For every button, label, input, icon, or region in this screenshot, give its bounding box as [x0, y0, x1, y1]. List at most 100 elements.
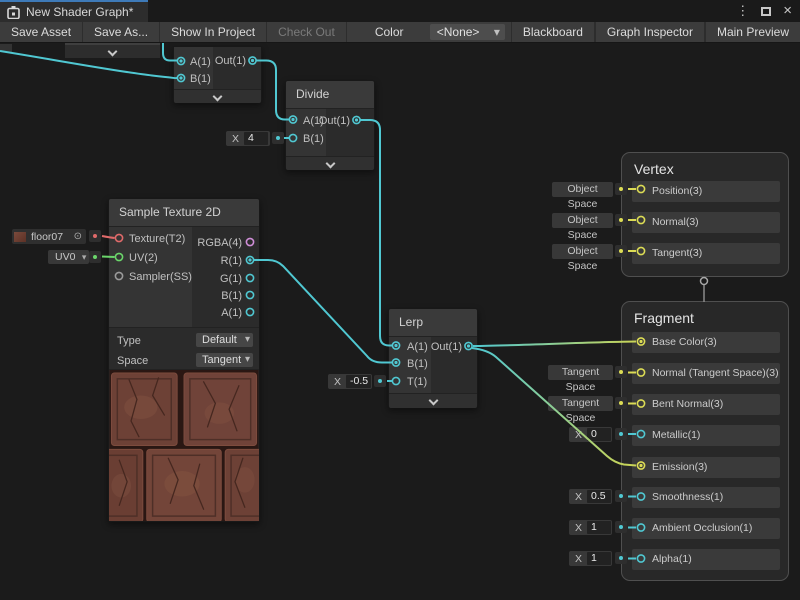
graph-inspector-toggle-button[interactable]: Graph Inspector: [595, 22, 705, 42]
collapsed-node-bar[interactable]: [65, 43, 160, 58]
color-mode-dropdown[interactable]: <None>: [430, 24, 505, 40]
control-label: Type: [117, 335, 141, 347]
fragment-row-bent-normal[interactable]: Bent Normal(3): [632, 394, 780, 415]
port-label: Out(1): [215, 55, 246, 67]
vertex-row-tangent[interactable]: Tangent(3): [632, 243, 780, 264]
lerp-t-value-chip: X -0.5: [328, 374, 372, 389]
fragment-row-normal[interactable]: Normal (Tangent Space)(3): [632, 363, 780, 384]
node-math1[interactable]: A(1) B(1) Out(1): [173, 46, 262, 103]
value-field[interactable]: 0: [587, 428, 611, 441]
chip-port-cell: [615, 428, 627, 440]
float-dot-icon: [619, 525, 623, 529]
edge-lerp-to-base-color[interactable]: [473, 342, 636, 347]
tab-title: New Shader Graph*: [26, 5, 133, 19]
x-label: X: [569, 522, 587, 534]
vector-dot-icon: [619, 370, 623, 374]
node-collapse-button[interactable]: [286, 156, 374, 170]
float-dot-icon: [619, 432, 623, 436]
maximize-icon[interactable]: [761, 7, 771, 16]
port-label: G(1): [220, 273, 242, 285]
chip-port-cell: [615, 552, 627, 564]
show-in-project-button[interactable]: Show In Project: [160, 22, 267, 42]
value-field[interactable]: 4: [244, 132, 268, 145]
value-field[interactable]: -0.5: [346, 375, 371, 388]
node-collapse-button[interactable]: [389, 393, 477, 408]
fragment-row-base-color[interactable]: Base Color(3): [632, 332, 780, 353]
space-tag[interactable]: Tangent Space: [548, 365, 613, 380]
node-sample-texture-2d[interactable]: Sample Texture 2D Texture(T2) UV(2) Samp…: [108, 198, 260, 522]
block-label: Normal (Tangent Space)(3): [652, 367, 779, 379]
space-tag[interactable]: Object Space: [552, 182, 613, 197]
texture-preview: [109, 369, 259, 521]
node-title[interactable]: Divide: [286, 81, 374, 109]
control-label: Space: [117, 355, 148, 367]
ambient-occlusion-value-chip: X 1: [569, 520, 612, 535]
x-label: X: [226, 133, 244, 145]
uv-dot-icon: [93, 255, 97, 259]
chip-port-cell: [615, 183, 627, 195]
port-label: Out(1): [431, 341, 462, 353]
value-field[interactable]: 1: [587, 521, 611, 534]
node-lerp[interactable]: Lerp A(1) B(1) T(1) Out(1): [388, 308, 478, 408]
uv-channel-dropdown[interactable]: UV0: [48, 250, 89, 264]
texture-object-field[interactable]: floor07 ⊙: [12, 229, 86, 244]
vertex-context[interactable]: Vertex Position(3) Normal(3) Tangent(3): [621, 152, 789, 277]
vector-dot-icon: [619, 401, 623, 405]
fragment-row-emission[interactable]: Emission(3): [632, 457, 780, 478]
chip-port-cell: [89, 251, 101, 263]
context-title: Vertex: [622, 153, 788, 177]
port-label: B(1): [303, 133, 324, 145]
block-label: Position(3): [652, 185, 702, 197]
x-label: X: [569, 491, 587, 503]
type-dropdown[interactable]: Default: [196, 333, 253, 347]
chip-port-cell: [615, 214, 627, 226]
node-title[interactable]: Lerp: [389, 309, 477, 337]
window-controls: ⋮ ×: [736, 0, 792, 22]
chip-port-cell: [615, 521, 627, 533]
tab-bar: New Shader Graph* ⋮ ×: [0, 0, 800, 22]
space-tag[interactable]: Object Space: [552, 213, 613, 228]
block-label: Smoothness(1): [652, 491, 723, 503]
menu-dots-icon[interactable]: ⋮: [736, 0, 749, 22]
node-title[interactable]: Sample Texture 2D: [109, 199, 259, 227]
fragment-row-smoothness[interactable]: Smoothness(1): [632, 487, 780, 508]
vertex-row-normal[interactable]: Normal(3): [632, 212, 780, 233]
fragment-context[interactable]: Fragment Base Color(3) Normal (Tangent S…: [621, 301, 789, 581]
save-as-button[interactable]: Save As...: [83, 22, 160, 42]
vertex-row-position[interactable]: Position(3): [632, 181, 780, 202]
fragment-row-alpha[interactable]: Alpha(1): [632, 549, 780, 570]
space-tag[interactable]: Object Space: [552, 244, 613, 259]
object-picker-icon[interactable]: ⊙: [70, 231, 86, 242]
float-dot-icon: [276, 136, 280, 140]
chevron-down-icon[interactable]: [108, 47, 118, 57]
toolbar: Save Asset Save As... Show In Project Ch…: [0, 22, 800, 43]
block-label: Bent Normal(3): [652, 398, 723, 410]
block-label: Normal(3): [652, 216, 699, 228]
texture-name: floor07: [31, 231, 63, 243]
space-dropdown[interactable]: Tangent: [196, 353, 253, 367]
chip-port-cell: [615, 397, 627, 409]
float-dot-icon: [619, 556, 623, 560]
main-preview-toggle-button[interactable]: Main Preview: [705, 22, 800, 42]
value-field[interactable]: 1: [587, 552, 611, 565]
save-asset-button[interactable]: Save Asset: [0, 22, 83, 42]
divide-b-value-chip: X 4: [226, 131, 270, 146]
color-mode-label: Color Mode: [347, 22, 430, 42]
fragment-row-ambient-occlusion[interactable]: Ambient Occlusion(1): [632, 518, 780, 539]
chevron-down-icon: [325, 159, 335, 169]
block-label: Emission(3): [652, 461, 707, 473]
node-divide[interactable]: Divide A(1) B(1) Out(1): [285, 80, 375, 170]
vector-dot-icon: [619, 187, 623, 191]
tab-new-shader-graph[interactable]: New Shader Graph*: [0, 0, 148, 22]
space-tag[interactable]: Tangent Space: [548, 396, 613, 411]
graph-canvas[interactable]: A(1) B(1) Out(1) Divide A(1) B(1) Out(1)…: [0, 43, 800, 600]
close-icon[interactable]: ×: [783, 0, 792, 22]
edge-sample-r-to-lerp-b[interactable]: [254, 260, 392, 363]
port-label: Texture(T2): [129, 233, 185, 245]
metallic-value-chip: X 0: [569, 427, 612, 442]
blackboard-toggle-button[interactable]: Blackboard: [511, 22, 595, 42]
port-label: A(1): [221, 307, 242, 319]
fragment-row-metallic[interactable]: Metallic(1): [632, 425, 780, 446]
node-collapse-button[interactable]: [174, 89, 261, 103]
value-field[interactable]: 0.5: [587, 490, 611, 503]
